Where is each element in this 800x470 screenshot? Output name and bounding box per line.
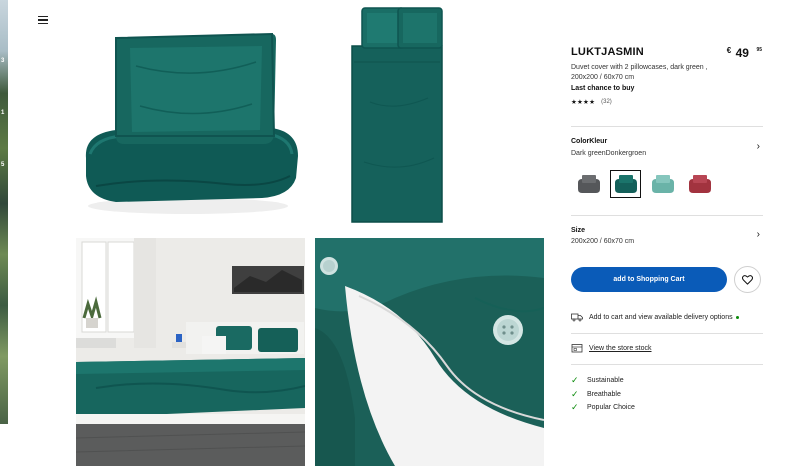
check-icon: ✓ bbox=[571, 375, 579, 385]
swatch-bedding-icon bbox=[651, 175, 674, 193]
swatch-dark-grey[interactable] bbox=[573, 170, 604, 198]
product-price: € 49 95 bbox=[727, 44, 762, 62]
price-integer: 49 bbox=[735, 46, 749, 60]
swatch-bedding-icon bbox=[577, 175, 600, 193]
product-image-folded[interactable] bbox=[76, 26, 304, 222]
store-stock-link[interactable]: View the store stock bbox=[589, 345, 652, 352]
check-icon: ✓ bbox=[571, 389, 579, 399]
feature-label: Popular Choice bbox=[587, 404, 635, 411]
store-icon bbox=[571, 344, 583, 353]
product-image-flat[interactable] bbox=[340, 2, 450, 224]
feature-label: Breathable bbox=[587, 391, 621, 398]
swatch-bedding-icon bbox=[614, 175, 637, 193]
delivery-info: Add to cart and view available delivery … bbox=[571, 312, 739, 322]
swatch-dark-green[interactable] bbox=[610, 170, 641, 198]
swatch-red[interactable] bbox=[684, 170, 715, 198]
size-chevron-right-icon[interactable]: › bbox=[757, 229, 760, 240]
divider bbox=[571, 333, 763, 334]
divider bbox=[571, 364, 763, 365]
color-value: Dark greenDonkergroen bbox=[571, 150, 647, 157]
swatch-light-turquoise[interactable] bbox=[647, 170, 678, 198]
heart-icon bbox=[742, 274, 753, 285]
feature-item: ✓ Breathable bbox=[571, 389, 621, 400]
size-label: Size bbox=[571, 227, 586, 234]
product-description: Duvet cover with 2 pillowcases, dark gre… bbox=[571, 64, 708, 81]
availability-dot bbox=[735, 315, 739, 319]
delivery-text: Add to cart and view available delivery … bbox=[589, 313, 733, 321]
feature-item: ✓ Sustainable bbox=[571, 375, 624, 386]
background-landscape-strip: 3 1 5 bbox=[0, 0, 8, 424]
product-title: LUKTJASMIN bbox=[571, 46, 644, 58]
color-swatches bbox=[573, 170, 715, 198]
strip-mark: 3 bbox=[1, 58, 5, 64]
color-chevron-right-icon[interactable]: › bbox=[757, 141, 760, 152]
feature-label: Sustainable bbox=[587, 377, 624, 384]
favourite-button[interactable] bbox=[734, 266, 761, 293]
add-to-cart-button[interactable]: add to Shopping Cart bbox=[571, 267, 727, 292]
strip-mark: 1 bbox=[1, 110, 5, 116]
bedroom-scene-illustration bbox=[76, 238, 305, 466]
check-icon: ✓ bbox=[571, 402, 579, 412]
price-currency: € bbox=[726, 46, 732, 55]
hamburger-menu-icon[interactable] bbox=[38, 16, 48, 26]
store-stock-row[interactable]: View the store stock bbox=[571, 343, 652, 353]
size-value: 200x200 / 60x70 cm bbox=[571, 238, 635, 245]
swatch-bedding-icon bbox=[688, 175, 711, 193]
truck-icon bbox=[571, 313, 583, 322]
product-image-detail[interactable] bbox=[315, 238, 544, 466]
product-info-panel: LUKTJASMIN € 49 95 Duvet cover with 2 pi… bbox=[571, 0, 766, 470]
product-rating[interactable]: ★★★★ (32) bbox=[571, 98, 612, 106]
divider bbox=[571, 126, 763, 127]
button-detail-illustration bbox=[315, 238, 544, 466]
flat-duvet-illustration bbox=[351, 7, 443, 223]
price-decimal: 95 bbox=[756, 47, 762, 53]
product-image-bedroom[interactable] bbox=[76, 238, 305, 466]
folded-duvet-illustration bbox=[85, 32, 298, 214]
feature-item: ✓ Popular Choice bbox=[571, 402, 635, 413]
strip-mark: 5 bbox=[1, 162, 5, 168]
review-count: (32) bbox=[601, 99, 612, 105]
availability-label: Last chance to buy bbox=[571, 85, 635, 92]
rating-stars-icon: ★★★★ bbox=[571, 99, 596, 106]
color-label: ColorKleur bbox=[571, 138, 608, 145]
divider bbox=[571, 215, 763, 216]
